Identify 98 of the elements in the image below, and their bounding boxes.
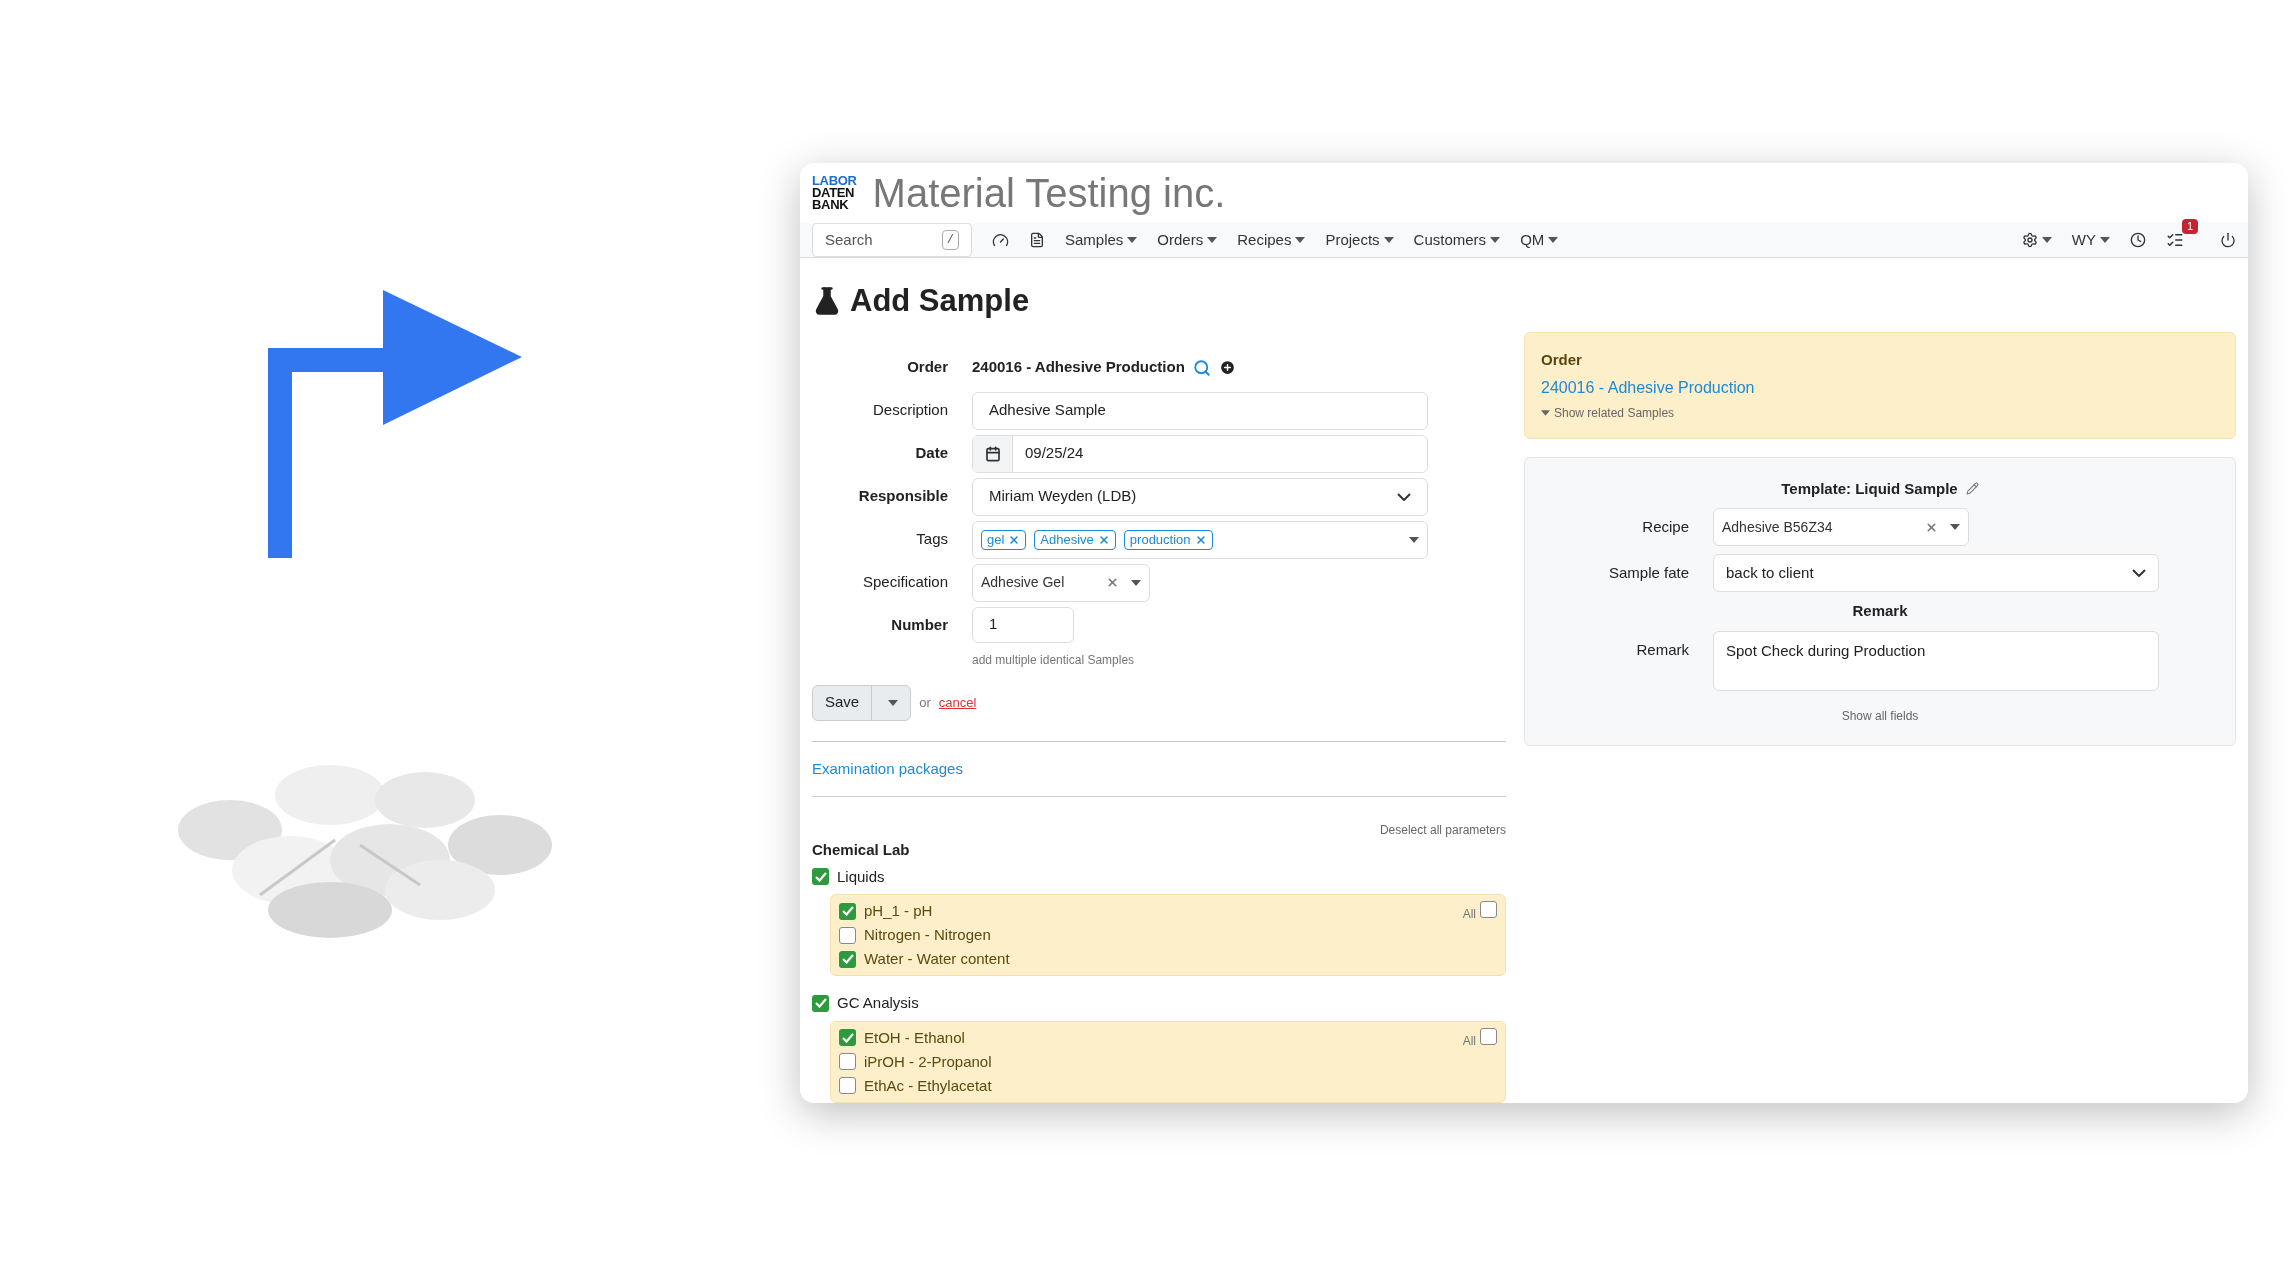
arrow-icon: [268, 290, 522, 558]
caret-icon: [1409, 536, 1419, 543]
group-label: Liquids: [837, 866, 885, 887]
or-text: or: [919, 693, 931, 712]
count-badge: 1: [2182, 219, 2199, 234]
sample-fate-select[interactable]: back to client: [1713, 554, 2159, 592]
remove-icon[interactable]: [1008, 533, 1021, 546]
parameter-label: pH_1 - pH: [864, 901, 933, 921]
nav-menu[interactable]: Projects: [1325, 228, 1394, 252]
tag-chip[interactable]: production: [1123, 529, 1213, 550]
remove-icon[interactable]: [1194, 533, 1207, 546]
user-menu[interactable]: WY: [2071, 228, 2110, 252]
field-label: Order: [906, 357, 949, 378]
clear-icon[interactable]: [1925, 520, 1938, 534]
document-icon[interactable]: [1029, 232, 1045, 248]
field-hint: add multiple identical Samples: [972, 651, 1135, 669]
tags-field[interactable]: gel Adhesive production: [972, 520, 1428, 559]
checkbox[interactable]: [839, 1077, 856, 1094]
settings-menu[interactable]: [2021, 232, 2052, 248]
caret-icon: [1541, 409, 1550, 416]
order-value: 240016 - Adhesive Production: [972, 357, 1185, 378]
caret-icon: [2041, 237, 2052, 243]
field-label: Tags: [915, 529, 949, 550]
search-field[interactable]: Search /: [812, 223, 972, 257]
tag-chip[interactable]: gel: [981, 529, 1027, 550]
show-related-toggle[interactable]: Show related Samples: [1541, 403, 2219, 422]
clear-icon[interactable]: [1106, 576, 1119, 589]
all-checkbox[interactable]: [1480, 901, 1497, 918]
field-label: Responsible: [857, 486, 949, 507]
panel-heading: Order: [1541, 350, 1583, 370]
all-label: All: [1462, 906, 1476, 923]
description-field[interactable]: Adhesive Sample: [972, 391, 1428, 430]
nav-menu[interactable]: QM: [1520, 228, 1559, 252]
parameter-label: iPrOH - 2-Propanol: [864, 1051, 992, 1072]
deselect-link[interactable]: Deselect all parameters: [1379, 821, 1506, 839]
tasks-icon[interactable]: [2166, 231, 2184, 249]
field-label: Specification: [861, 572, 949, 593]
specification-select[interactable]: Adhesive Gel: [972, 563, 1150, 602]
caret-icon: [1383, 237, 1394, 243]
field-label: Number: [890, 615, 949, 636]
parameter-label: EtOH - Ethanol: [864, 1027, 965, 1048]
caret-icon: [1207, 237, 1218, 243]
recipe-select[interactable]: Adhesive B56Z34: [1713, 508, 1969, 546]
remark-textarea[interactable]: Spot Check during Production: [1713, 630, 2159, 691]
calendar-icon: [984, 445, 1001, 462]
clock-icon[interactable]: [2130, 232, 2146, 248]
field-label: Remark: [1635, 639, 1690, 660]
examination-packages-link[interactable]: Examination packages: [812, 757, 1506, 780]
caret-icon: [2100, 237, 2110, 243]
checkbox[interactable]: [812, 994, 829, 1012]
date-field[interactable]: 09/25/24: [972, 434, 1428, 473]
checkbox[interactable]: [812, 868, 829, 886]
number-field[interactable]: 1: [972, 606, 1074, 643]
caret-icon: [1131, 579, 1141, 586]
caret-icon: [1950, 524, 1960, 530]
parameter-label: EthAc - Ethylacetat: [864, 1075, 992, 1096]
parameter-label: Nitrogen - Nitrogen: [864, 925, 991, 945]
tag-chip[interactable]: Adhesive: [1034, 529, 1116, 550]
template-title: Template: Liquid Sample: [1781, 478, 1958, 499]
checkbox[interactable]: [839, 1053, 856, 1070]
show-all-fields-link[interactable]: Show all fields: [1841, 706, 1919, 725]
field-label: Recipe: [1641, 516, 1690, 537]
caret-icon: [888, 699, 899, 706]
section-heading: Remark: [1852, 601, 1908, 621]
edit-icon[interactable]: [1965, 482, 1979, 496]
nav-menu[interactable]: Samples: [1065, 228, 1138, 252]
add-icon[interactable]: [1218, 359, 1236, 376]
nav-menu[interactable]: Orders: [1157, 228, 1218, 252]
page-title: Add Sample: [850, 282, 1030, 320]
brand-title: Material Testing inc.: [872, 170, 1226, 217]
caret-icon: [1548, 237, 1559, 243]
checkbox[interactable]: [839, 1029, 856, 1046]
gauge-icon[interactable]: [992, 231, 1009, 249]
checkbox[interactable]: [839, 902, 856, 920]
responsible-select[interactable]: Miriam Weyden (LDB): [972, 477, 1428, 516]
caret-icon: [1295, 237, 1306, 243]
group-label: GC Analysis: [837, 993, 919, 1013]
chevron-down-icon: [1397, 492, 1411, 501]
power-icon[interactable]: [2220, 232, 2236, 248]
nav-menu[interactable]: Customers: [1413, 228, 1501, 252]
section-heading: Chemical Lab: [812, 840, 911, 860]
all-label: All: [1462, 1032, 1476, 1050]
caret-icon: [1490, 237, 1501, 243]
checkbox[interactable]: [839, 950, 856, 968]
nav-menu[interactable]: Recipes: [1237, 228, 1306, 252]
caret-icon: [1127, 237, 1138, 243]
remove-icon[interactable]: [1097, 533, 1110, 546]
cancel-link[interactable]: cancel: [938, 692, 977, 713]
checkbox[interactable]: [839, 926, 856, 944]
field-label: Description: [871, 400, 949, 421]
all-checkbox[interactable]: [1480, 1027, 1497, 1045]
save-split-button[interactable]: Save: [812, 684, 912, 721]
parameter-label: Water - Water content: [864, 949, 1010, 969]
logo: LABOR DATEN BANK: [812, 175, 857, 211]
chevron-down-icon: [2132, 569, 2146, 577]
field-label: Sample fate: [1607, 562, 1690, 583]
search-icon[interactable]: [1192, 358, 1211, 377]
field-label: Date: [914, 443, 949, 464]
